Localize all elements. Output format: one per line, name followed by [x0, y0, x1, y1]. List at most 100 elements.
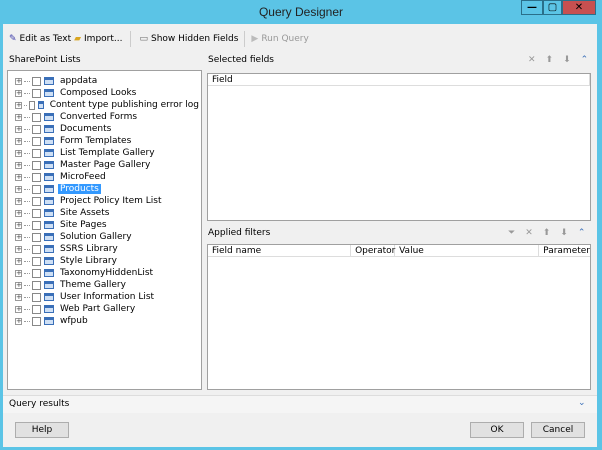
column-header-field-name[interactable]: Field name: [208, 245, 352, 256]
tree-item[interactable]: + Documents: [15, 123, 201, 135]
expand-icon[interactable]: +: [15, 269, 22, 277]
checkbox[interactable]: [32, 256, 41, 266]
filter-icon[interactable]: ⏷: [508, 228, 515, 238]
expand-icon[interactable]: +: [15, 89, 22, 97]
expand-icon[interactable]: +: [15, 257, 22, 265]
collapse-icon[interactable]: ⌃: [581, 55, 589, 65]
tree-item[interactable]: + Products: [15, 183, 201, 195]
checkbox[interactable]: [32, 196, 41, 206]
expand-icon[interactable]: +: [15, 125, 22, 133]
checkbox[interactable]: [32, 160, 41, 170]
expand-icon[interactable]: +: [15, 185, 22, 193]
tree-item-label: Products: [58, 184, 101, 194]
expand-icon[interactable]: +: [15, 281, 22, 289]
import-button[interactable]: Import...: [84, 34, 122, 44]
help-button[interactable]: Help: [15, 422, 69, 438]
move-down-icon[interactable]: ⬇: [560, 228, 568, 238]
expand-icon[interactable]: +: [15, 197, 22, 205]
tree-item[interactable]: + Site Pages: [15, 219, 201, 231]
tree-item[interactable]: + Converted Forms: [15, 111, 201, 123]
edit-as-text-button[interactable]: Edit as Text: [20, 34, 72, 44]
expand-icon[interactable]: +: [15, 149, 22, 157]
list-icon: [44, 149, 54, 157]
checkbox[interactable]: [29, 100, 35, 110]
expand-icon[interactable]: +: [15, 173, 22, 181]
checkbox[interactable]: [32, 280, 41, 290]
checkbox[interactable]: [32, 136, 41, 146]
list-icon: [44, 245, 54, 253]
expand-icon[interactable]: +: [15, 77, 22, 85]
move-down-icon[interactable]: ⬇: [563, 55, 571, 65]
move-up-icon[interactable]: ⬆: [543, 228, 551, 238]
checkbox[interactable]: [32, 148, 41, 158]
tree-item[interactable]: + wfpub: [15, 315, 201, 327]
minimize-button[interactable]: —: [521, 0, 543, 15]
column-header-value[interactable]: Value: [395, 245, 540, 256]
sharepoint-lists-tree[interactable]: + appdata + Composed Looks + Content type pub…: [7, 70, 202, 390]
checkbox[interactable]: [32, 88, 41, 98]
expand-icon[interactable]: +: [15, 161, 22, 169]
tree-item[interactable]: + Web Part Gallery: [15, 303, 201, 315]
checkbox[interactable]: [32, 304, 41, 314]
move-up-icon[interactable]: ⬆: [546, 55, 554, 65]
tree-item-label: Theme Gallery: [60, 280, 126, 290]
expand-icon[interactable]: +: [15, 221, 22, 229]
expand-icon[interactable]: +: [15, 317, 22, 325]
run-query-button[interactable]: Run Query: [261, 34, 308, 44]
checkbox[interactable]: [32, 76, 41, 86]
checkbox[interactable]: [32, 316, 41, 326]
column-header-operator[interactable]: Operator: [351, 245, 395, 256]
expand-icon[interactable]: +: [15, 101, 22, 109]
maximize-button[interactable]: ▢: [543, 0, 562, 15]
checkbox[interactable]: [32, 292, 41, 302]
checkbox[interactable]: [32, 220, 41, 230]
checkbox[interactable]: [32, 232, 41, 242]
selected-fields-grid[interactable]: Field: [207, 73, 591, 221]
tree-item[interactable]: + Style Library: [15, 255, 201, 267]
tree-item[interactable]: + Form Templates: [15, 135, 201, 147]
tree-item[interactable]: + Composed Looks: [15, 87, 201, 99]
show-hidden-fields-button[interactable]: Show Hidden Fields: [151, 34, 238, 44]
expand-icon[interactable]: ⌄: [578, 398, 586, 408]
checkbox[interactable]: [32, 184, 41, 194]
expand-icon[interactable]: +: [15, 233, 22, 241]
tree-item[interactable]: + User Information List: [15, 291, 201, 303]
applied-filters-grid[interactable]: Field name Operator Value Parameter: [207, 244, 591, 390]
tree-connector: [24, 92, 30, 94]
expand-icon[interactable]: +: [15, 305, 22, 313]
ok-button[interactable]: OK: [470, 422, 524, 438]
tree-item[interactable]: + Project Policy Item List: [15, 195, 201, 207]
expand-icon[interactable]: +: [15, 245, 22, 253]
tree-item[interactable]: + MicroFeed: [15, 171, 201, 183]
checkbox[interactable]: [32, 124, 41, 134]
delete-icon[interactable]: ✕: [528, 55, 536, 65]
checkbox[interactable]: [32, 268, 41, 278]
cancel-button[interactable]: Cancel: [531, 422, 585, 438]
tree-item[interactable]: + List Template Gallery: [15, 147, 201, 159]
column-header-field[interactable]: Field: [208, 74, 590, 85]
tree-item[interactable]: + appdata: [15, 75, 201, 87]
window-title: Query Designer: [258, 5, 344, 19]
tree-item-label: Master Page Gallery: [60, 160, 151, 170]
list-icon: [44, 197, 54, 205]
expand-icon[interactable]: +: [15, 137, 22, 145]
column-header-parameter[interactable]: Parameter: [539, 245, 590, 256]
expand-icon[interactable]: +: [15, 209, 22, 217]
tree-item[interactable]: + Theme Gallery: [15, 279, 201, 291]
close-button[interactable]: ✕: [562, 0, 596, 15]
checkbox[interactable]: [32, 172, 41, 182]
checkbox[interactable]: [32, 244, 41, 254]
checkbox[interactable]: [32, 208, 41, 218]
tree-item[interactable]: + Site Assets: [15, 207, 201, 219]
checkbox[interactable]: [32, 112, 41, 122]
tree-item-label: Site Pages: [60, 220, 107, 230]
tree-item[interactable]: + Master Page Gallery: [15, 159, 201, 171]
tree-item[interactable]: + Solution Gallery: [15, 231, 201, 243]
collapse-icon[interactable]: ⌃: [578, 228, 586, 238]
expand-icon[interactable]: +: [15, 293, 22, 301]
tree-item[interactable]: + TaxonomyHiddenList: [15, 267, 201, 279]
tree-item[interactable]: + SSRS Library: [15, 243, 201, 255]
tree-item[interactable]: + Content type publishing error log: [15, 99, 201, 111]
expand-icon[interactable]: +: [15, 113, 22, 121]
delete-icon[interactable]: ✕: [525, 228, 533, 238]
